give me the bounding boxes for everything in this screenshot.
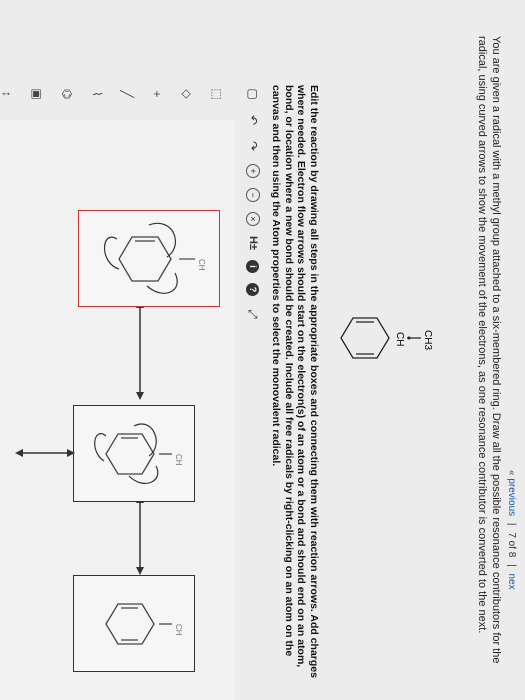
info-button[interactable]: i bbox=[246, 259, 260, 273]
ring-icon[interactable]: ⌬ bbox=[59, 86, 75, 102]
erase-icon[interactable]: ◇ bbox=[179, 86, 195, 102]
help-button[interactable]: ? bbox=[246, 282, 260, 296]
drawing-canvas[interactable]: CH CH CH bbox=[0, 120, 235, 700]
select-icon[interactable]: ⬚ bbox=[209, 86, 225, 102]
ch-label: CH bbox=[174, 454, 183, 466]
next-link[interactable]: nex bbox=[506, 574, 517, 590]
resonance-arrow-2[interactable] bbox=[15, 443, 75, 463]
undo-icon[interactable]: ↶ bbox=[245, 112, 261, 128]
resonance-arrow-3[interactable] bbox=[130, 300, 150, 400]
editor-toolbar: ▢ ↶ ↷ + − × H± i ? ⤢ bbox=[243, 86, 263, 322]
expand-icon[interactable]: ⤢ bbox=[245, 306, 261, 322]
left-toolbar: ⬚ ◇ + ╱ ⌇ ⌬ ▣ ↕ ↷ bbox=[0, 86, 225, 102]
content-sheet: « previous | 7 of 8 | nex You are given … bbox=[0, 0, 525, 700]
plus-charge-button[interactable]: + bbox=[246, 164, 260, 178]
template-icon[interactable]: ▣ bbox=[29, 86, 45, 102]
add-icon[interactable]: + bbox=[149, 86, 165, 102]
resonance-box-3[interactable]: CH bbox=[78, 210, 220, 307]
screen: « previous | 7 of 8 | nex You are given … bbox=[0, 0, 525, 700]
resonance-box-1[interactable]: CH bbox=[73, 575, 195, 672]
separator: | bbox=[506, 522, 517, 526]
page-indicator: 7 of 8 bbox=[506, 532, 517, 558]
minus-charge-button[interactable]: − bbox=[246, 188, 260, 202]
close-icon[interactable]: × bbox=[246, 212, 260, 226]
given-radical-structure: CH3 CH bbox=[340, 317, 433, 359]
previous-link[interactable]: « previous bbox=[506, 470, 517, 516]
bond-icon[interactable]: ╱ bbox=[119, 86, 135, 102]
ch3-label: CH3 bbox=[422, 330, 433, 350]
resonance-arrow-1[interactable] bbox=[130, 495, 150, 575]
h-toggle-button[interactable]: H± bbox=[245, 236, 261, 250]
ch-label: CH bbox=[174, 624, 183, 636]
question-text: You are given a radical with a methyl gr… bbox=[476, 36, 502, 664]
instructions-text: Edit the reaction by drawing all steps i… bbox=[270, 85, 321, 678]
ch-radical-label: CH bbox=[394, 332, 405, 346]
document-icon[interactable]: ▢ bbox=[245, 86, 261, 102]
separator: | bbox=[506, 564, 517, 567]
arrow-icon[interactable]: ↕ bbox=[0, 86, 15, 102]
redo-icon[interactable]: ↷ bbox=[245, 138, 261, 154]
resonance-box-2[interactable]: CH bbox=[73, 405, 195, 502]
ch-label: CH bbox=[197, 259, 206, 271]
question-navigation: « previous | 7 of 8 | nex bbox=[506, 470, 517, 594]
chain-icon[interactable]: ⌇ bbox=[89, 86, 105, 102]
resonance-structure-1: CH bbox=[105, 603, 183, 645]
resonance-structure-2: CH bbox=[94, 423, 183, 484]
resonance-structure-3: CH bbox=[104, 222, 206, 294]
